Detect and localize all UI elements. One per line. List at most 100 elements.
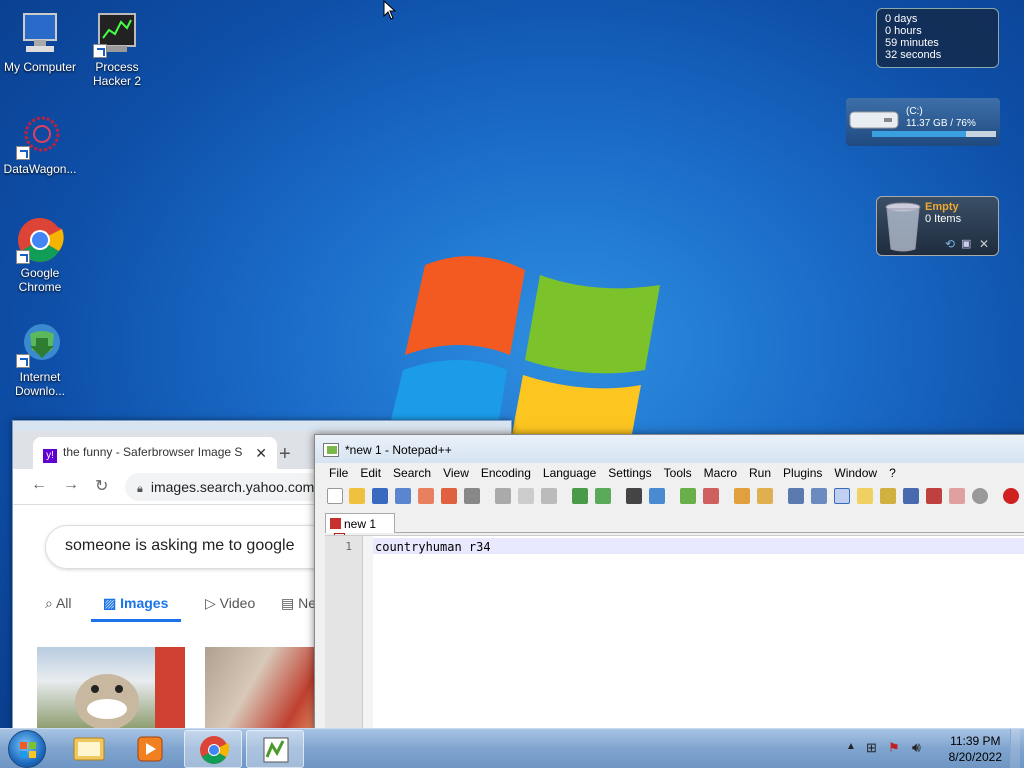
filter-tab-all[interactable]: ⌕ All xyxy=(45,595,72,612)
menu-run[interactable]: Run xyxy=(749,466,771,480)
menu-view[interactable]: View xyxy=(443,466,469,480)
menu-language[interactable]: Language xyxy=(543,466,596,480)
volume-icon[interactable]: 🔊︎ xyxy=(912,739,921,756)
media-player-icon xyxy=(137,736,163,762)
save-all-icon[interactable] xyxy=(395,488,411,504)
notepadpp-window[interactable]: *new 1 - Notepad++ File Edit Search View Enc… xyxy=(314,434,1024,735)
desktop-icon-google-chrome[interactable]: Google Chrome xyxy=(0,216,80,294)
paste-icon[interactable] xyxy=(541,488,557,504)
image-result-thumbnail[interactable] xyxy=(37,647,185,731)
close-file-icon[interactable] xyxy=(418,488,434,504)
back-arrow-icon[interactable]: ← xyxy=(31,476,47,494)
browser-tab[interactable]: y! the funny - Saferbrowser Image S ✕ xyxy=(33,437,277,469)
zoom-out-icon[interactable] xyxy=(703,488,719,504)
lock-icon: 🔒︎ xyxy=(137,483,143,495)
menu-encoding[interactable]: Encoding xyxy=(481,466,531,480)
udl-icon[interactable] xyxy=(857,488,873,504)
desktop-icon-internet-download-manager[interactable]: Internet Downlo... xyxy=(0,320,80,398)
tools-icon[interactable]: ✕ xyxy=(979,237,989,251)
sync-horizontal-icon[interactable] xyxy=(757,488,773,504)
filter-tab-video[interactable]: ▷ Video xyxy=(205,595,255,612)
copy-icon[interactable] xyxy=(518,488,534,504)
hard-drive-icon xyxy=(849,111,899,129)
window-icon[interactable]: ▣ xyxy=(961,237,971,250)
forward-arrow-icon[interactable]: → xyxy=(63,476,79,494)
monitoring-icon[interactable] xyxy=(949,488,965,504)
image-result-thumbnail[interactable] xyxy=(205,647,325,731)
word-wrap-icon[interactable] xyxy=(788,488,804,504)
window-titlebar[interactable]: *new 1 - Notepad++ xyxy=(315,435,1024,463)
taskbar-notepadpp[interactable] xyxy=(246,730,304,768)
replace-icon[interactable] xyxy=(649,488,665,504)
folder-workspace-icon[interactable] xyxy=(926,488,942,504)
reload-icon[interactable]: ↻ xyxy=(95,476,108,496)
refresh-icon[interactable]: ⟲ xyxy=(945,237,955,251)
desktop-icon-process-hacker[interactable]: Process Hacker 2 xyxy=(77,10,157,88)
taskbar-clock[interactable]: 11:39 PM 8/20/2022 xyxy=(949,733,1002,765)
unsaved-file-icon xyxy=(330,518,341,529)
print-icon[interactable] xyxy=(464,488,480,504)
action-center-flag-icon[interactable]: ⚑ xyxy=(888,740,900,756)
search-query-text: someone is asking me to google xyxy=(65,537,295,554)
taskbar-media-player[interactable] xyxy=(121,730,179,768)
document-tab-strip: new 1✕ xyxy=(325,511,1024,544)
menu-edit[interactable]: Edit xyxy=(360,466,381,480)
open-folder-icon[interactable] xyxy=(349,488,365,504)
menu-window[interactable]: Window xyxy=(834,466,877,480)
menu-plugins[interactable]: Plugins xyxy=(783,466,822,480)
uptime-gadget[interactable]: 0 days 0 hours 59 minutes 32 seconds xyxy=(876,8,999,68)
filter-tab-images[interactable]: ▨ Images xyxy=(103,595,168,612)
menu-settings[interactable]: Settings xyxy=(608,466,651,480)
sync-vertical-icon[interactable] xyxy=(734,488,750,504)
document-tab[interactable]: new 1✕ xyxy=(325,513,395,544)
recycle-bin-gadget[interactable]: Empty 0 Items ⟲ ▣ ✕ xyxy=(876,196,999,256)
menu-macro[interactable]: Macro xyxy=(704,466,737,480)
notepadpp-icon xyxy=(323,443,339,457)
document-tab-label: new 1 xyxy=(344,517,377,531)
menu-tools[interactable]: Tools xyxy=(664,466,692,480)
recycle-bin-icon xyxy=(885,202,921,252)
cut-icon[interactable] xyxy=(495,488,511,504)
close-all-icon[interactable] xyxy=(441,488,457,504)
datawagon-icon xyxy=(16,112,64,160)
text-editor[interactable]: 1 countryhuman r34 xyxy=(325,535,1024,735)
desktop-icon-datawagon[interactable]: DataWagon... xyxy=(0,112,80,176)
record-icon[interactable] xyxy=(1003,488,1019,504)
desktop-icon-my-computer[interactable]: My Computer xyxy=(0,10,80,74)
drive-usage-bar xyxy=(872,131,996,137)
editor-text[interactable]: countryhuman r34 xyxy=(375,540,491,554)
doc-map-icon[interactable] xyxy=(880,488,896,504)
show-hidden-icons-icon[interactable]: ▲ xyxy=(846,741,856,752)
taskbar: ▲ ⊞ ⚑ 🔊︎ 11:39 PM 8/20/2022 xyxy=(0,728,1024,768)
new-tab-button[interactable]: + xyxy=(279,443,291,466)
redo-icon[interactable] xyxy=(595,488,611,504)
show-all-chars-icon[interactable] xyxy=(811,488,827,504)
shortcut-arrow-icon xyxy=(16,354,30,368)
zoom-in-icon[interactable] xyxy=(680,488,696,504)
taskbar-chrome[interactable] xyxy=(184,730,242,768)
indent-guide-icon[interactable] xyxy=(834,488,850,504)
new-file-icon[interactable] xyxy=(327,488,343,504)
function-list-icon[interactable] xyxy=(903,488,919,504)
windows-logo-wallpaper xyxy=(385,256,660,445)
drive-meter-gadget[interactable]: (C:) 11.37 GB / 76% xyxy=(846,98,1000,146)
line-number: 1 xyxy=(345,540,352,553)
close-tab-icon[interactable]: ✕ xyxy=(255,445,267,462)
drive-name: (C:) xyxy=(906,106,923,117)
taskbar-explorer[interactable] xyxy=(60,730,118,768)
menu-search[interactable]: Search xyxy=(393,466,431,480)
macro-record-icon[interactable] xyxy=(972,488,988,504)
browser-tab-title: the funny - Saferbrowser Image S xyxy=(63,445,243,459)
drive-usage: 11.37 GB / 76% xyxy=(906,118,976,129)
show-desktop-button[interactable] xyxy=(1010,729,1020,768)
find-icon[interactable] xyxy=(626,488,642,504)
save-icon[interactable] xyxy=(372,488,388,504)
shortcut-arrow-icon xyxy=(16,146,30,160)
network-icon[interactable]: ⊞ xyxy=(866,740,877,756)
undo-icon[interactable] xyxy=(572,488,588,504)
start-button[interactable] xyxy=(8,730,46,768)
chrome-icon xyxy=(200,736,230,764)
notepadpp-icon xyxy=(263,737,289,763)
menu-help[interactable]: ? xyxy=(889,466,896,480)
menu-file[interactable]: File xyxy=(329,466,348,480)
